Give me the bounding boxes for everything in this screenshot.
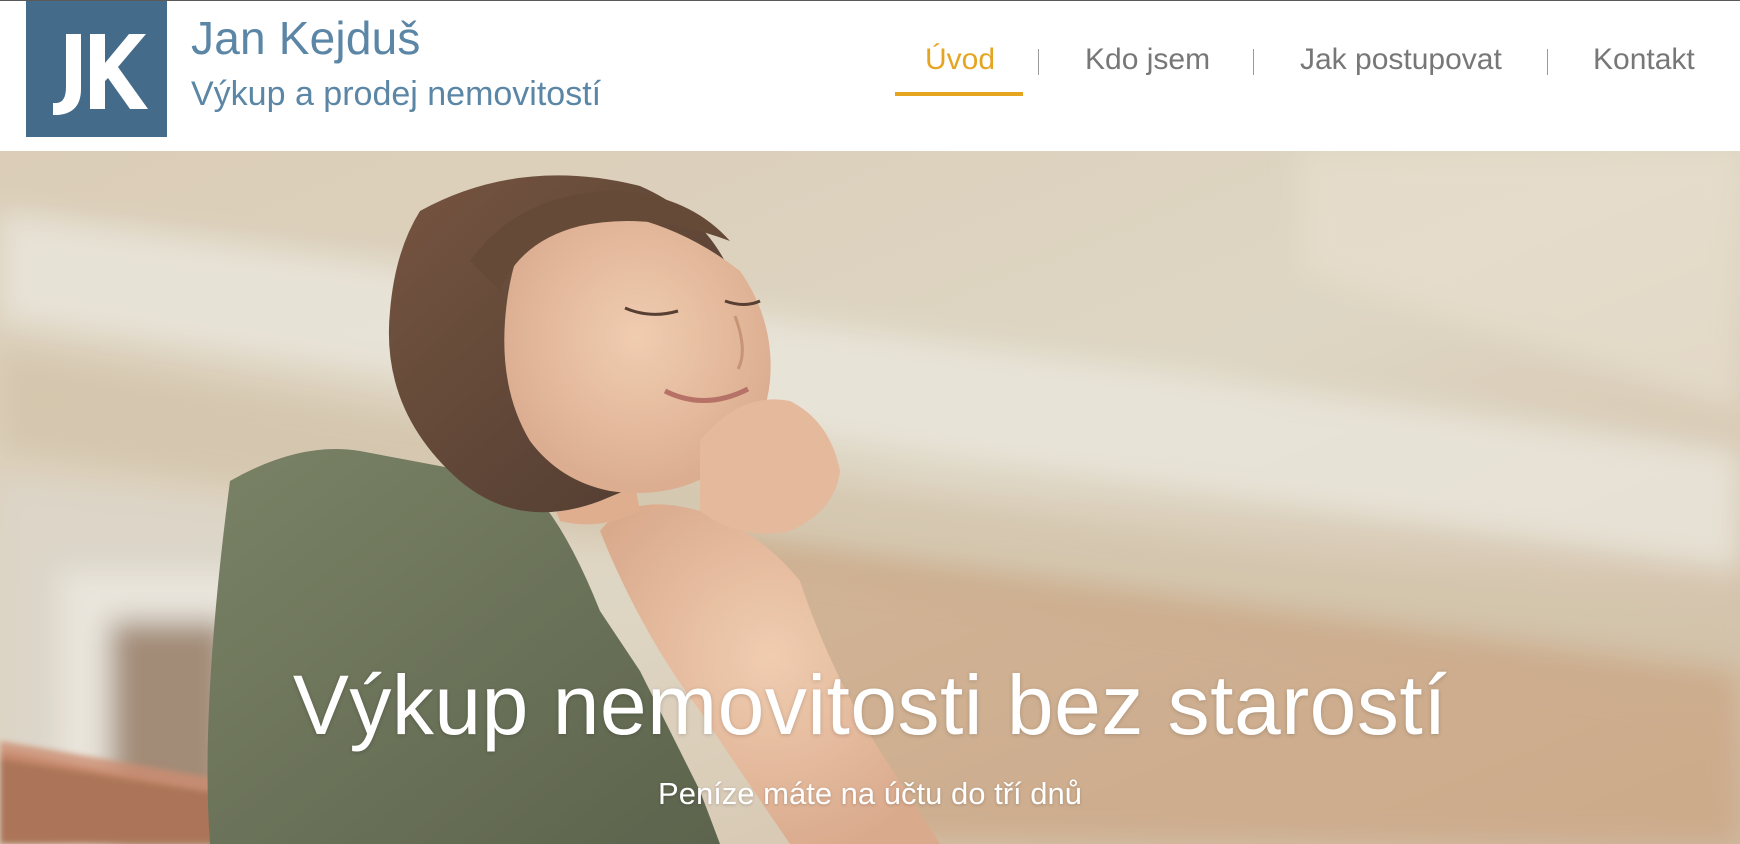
nav-item-uvod[interactable]: Úvod (925, 43, 995, 77)
logo[interactable] (26, 1, 167, 137)
page: Jan Kejduš Výkup a prodej nemovitostí Úv… (0, 0, 1740, 844)
nav-item-kdo-jsem[interactable]: Kdo jsem (1085, 43, 1210, 77)
brand-tagline: Výkup a prodej nemovitostí (191, 75, 602, 113)
site-header: Jan Kejduš Výkup a prodej nemovitostí Úv… (0, 0, 1740, 151)
nav-item-jak-postupovat[interactable]: Jak postupovat (1300, 43, 1502, 77)
hero-section: Výkup nemovitosti bez starostí Peníze má… (0, 151, 1740, 844)
nav-item-kontakt[interactable]: Kontakt (1593, 43, 1695, 77)
logo-monogram-icon (53, 34, 148, 115)
hero-title: Výkup nemovitosti bez starostí (292, 658, 1448, 753)
nav-divider (1253, 49, 1254, 75)
nav-divider (1547, 49, 1548, 75)
brand-name[interactable]: Jan Kejduš (191, 11, 421, 65)
nav-divider (1038, 49, 1039, 75)
nav-active-indicator (895, 92, 1023, 96)
hero-subtitle: Peníze máte na účtu do tří dnů (658, 776, 1082, 811)
